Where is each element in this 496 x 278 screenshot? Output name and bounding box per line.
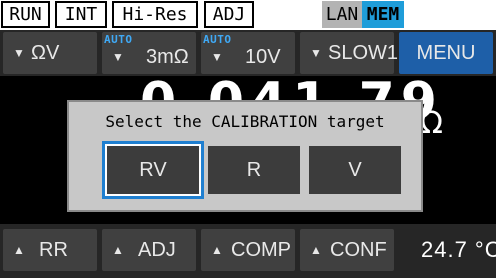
arrow-up-icon: ▲ bbox=[310, 243, 322, 257]
adj-label: ADJ bbox=[138, 239, 176, 261]
dropdown-arrow-icon: ▼ bbox=[310, 46, 322, 60]
sampling-speed-key[interactable]: ▼ SLOW1 bbox=[300, 32, 398, 74]
function-key[interactable]: ▼ ΩV bbox=[3, 32, 97, 74]
int-flag: INT bbox=[55, 1, 107, 28]
voltage-range-label: 10V bbox=[245, 46, 281, 68]
conf-key[interactable]: ▲ CONF bbox=[300, 229, 394, 271]
calibration-dialog: Select the CALIBRATION target RV R V bbox=[67, 100, 423, 212]
dropdown-arrow-icon: ▼ bbox=[112, 50, 124, 64]
function-label: ΩV bbox=[31, 42, 60, 64]
calibration-option-rv[interactable]: RV bbox=[102, 141, 204, 199]
run-flag: RUN bbox=[1, 1, 50, 28]
hi-res-flag: Hi-Res bbox=[112, 1, 198, 28]
menu-button[interactable]: MENU bbox=[399, 32, 493, 74]
conf-label: CONF bbox=[330, 239, 387, 261]
sampling-speed-label: SLOW1 bbox=[328, 42, 399, 64]
arrow-up-icon: ▲ bbox=[13, 243, 25, 257]
reading-unit: Ω bbox=[420, 106, 443, 141]
arrow-up-icon: ▲ bbox=[211, 243, 223, 257]
dialog-title: Select the CALIBRATION target bbox=[105, 112, 385, 131]
calibration-option-v[interactable]: V bbox=[309, 146, 401, 194]
resistance-range-key[interactable]: AUTO ▼ 3mΩ bbox=[102, 32, 196, 74]
mem-flag: MEM bbox=[362, 1, 404, 28]
adj-flag: ADJ bbox=[204, 1, 254, 28]
calibration-option-r[interactable]: R bbox=[208, 146, 300, 194]
auto-badge: AUTO bbox=[203, 33, 232, 46]
adj-key[interactable]: ▲ ADJ bbox=[102, 229, 196, 271]
comp-label: COMP bbox=[231, 239, 291, 261]
temperature-readout: 24.7 °C bbox=[421, 237, 496, 262]
resistance-range-label: 3mΩ bbox=[146, 46, 189, 68]
arrow-up-icon: ▲ bbox=[112, 243, 124, 257]
lan-flag: LAN bbox=[322, 1, 362, 28]
dropdown-arrow-icon: ▼ bbox=[13, 46, 25, 60]
dropdown-arrow-icon: ▼ bbox=[211, 50, 223, 64]
rr-key[interactable]: ▲ RR bbox=[3, 229, 97, 271]
comp-key[interactable]: ▲ COMP bbox=[201, 229, 295, 271]
voltage-range-key[interactable]: AUTO ▼ 10V bbox=[201, 32, 295, 74]
auto-badge: AUTO bbox=[104, 33, 133, 46]
rr-label: RR bbox=[39, 239, 68, 261]
